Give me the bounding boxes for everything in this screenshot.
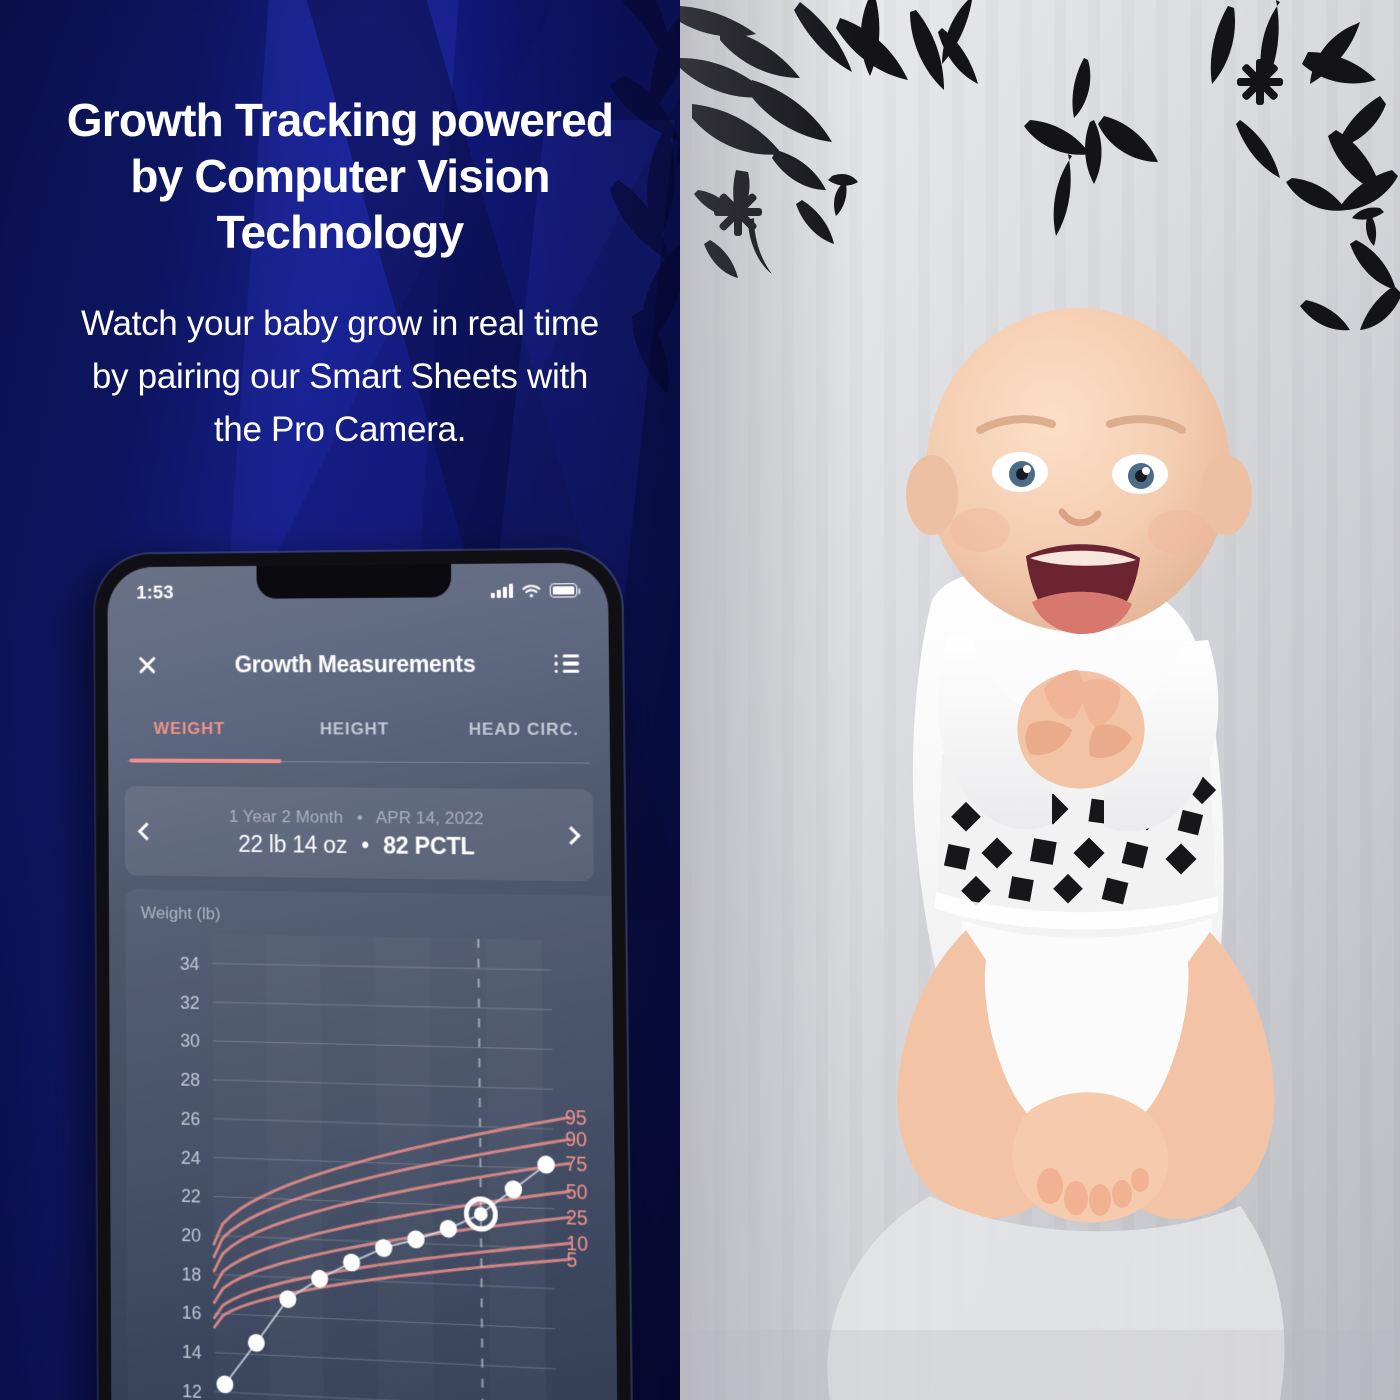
y-tick-label: 16 bbox=[182, 1302, 202, 1324]
previous-measurement-button[interactable] bbox=[125, 821, 168, 841]
chevron-left-icon bbox=[137, 821, 156, 841]
percentile-curve-label: 50 bbox=[566, 1181, 588, 1204]
measurement-date: APR 14, 2022 bbox=[375, 807, 484, 828]
close-icon bbox=[137, 654, 158, 676]
growth-chart-card: Weight (lb) 3432302826242220181614121095… bbox=[125, 889, 619, 1400]
tab-height[interactable]: HEIGHT bbox=[271, 713, 439, 762]
page-title: Growth Tracking powered by Computer Visi… bbox=[66, 94, 614, 259]
app-nav-bar: Growth Measurements bbox=[108, 636, 610, 691]
value-separator: • bbox=[361, 831, 370, 858]
marketing-panel: Growth Tracking powered by Computer Visi… bbox=[0, 0, 680, 1400]
y-tick-label: 18 bbox=[181, 1263, 201, 1284]
phone-notch bbox=[256, 564, 452, 599]
phone-screen: 1:53 Growth Measurements WEIGHT HEIGHT H… bbox=[107, 562, 619, 1400]
chevron-right-icon bbox=[561, 825, 581, 845]
y-tick-label: 28 bbox=[180, 1069, 200, 1090]
list-icon bbox=[554, 654, 580, 673]
baby-photograph bbox=[680, 0, 1400, 1400]
list-view-button[interactable] bbox=[551, 648, 582, 679]
cellular-bars-icon bbox=[490, 583, 514, 599]
percentile-curve-label: 95 bbox=[565, 1108, 587, 1131]
measurement-meta: 1 Year 2 Month • APR 14, 2022 bbox=[167, 806, 548, 829]
wifi-icon bbox=[521, 583, 542, 597]
active-tab-indicator bbox=[129, 758, 282, 764]
battery-full-icon bbox=[549, 583, 578, 598]
next-measurement-button[interactable] bbox=[548, 825, 593, 845]
phone-frame: 1:53 Growth Measurements WEIGHT HEIGHT H… bbox=[94, 549, 632, 1400]
close-button[interactable] bbox=[133, 650, 162, 680]
y-tick-label: 22 bbox=[181, 1186, 201, 1207]
baby-age: 1 Year 2 Month bbox=[228, 806, 344, 827]
weight-value: 22 lb 14 oz bbox=[238, 830, 348, 858]
percentile-curve-label: 25 bbox=[566, 1207, 588, 1230]
phone-mockup: 1:53 Growth Measurements WEIGHT HEIGHT H… bbox=[94, 549, 632, 1400]
y-tick-label: 26 bbox=[181, 1108, 201, 1129]
page-subtitle: Watch your baby grow in real time by pai… bbox=[81, 304, 599, 450]
y-tick-label: 24 bbox=[181, 1147, 201, 1168]
meta-separator: • bbox=[356, 807, 363, 827]
measurement-tabs: WEIGHT HEIGHT HEAD CIRC. bbox=[108, 713, 610, 763]
tab-head-circ[interactable]: HEAD CIRC. bbox=[438, 713, 610, 762]
tab-weight[interactable]: WEIGHT bbox=[108, 713, 271, 761]
y-tick-label: 30 bbox=[180, 1031, 200, 1052]
measurement-selector-card: 1 Year 2 Month • APR 14, 2022 22 lb 14 o… bbox=[124, 786, 594, 882]
screen-title: Growth Measurements bbox=[234, 650, 476, 677]
percentile-curve-label: 5 bbox=[566, 1249, 577, 1272]
percentile-curve-label: 75 bbox=[565, 1153, 587, 1176]
percentile-curve-label: 90 bbox=[565, 1129, 587, 1152]
measurement-values: 22 lb 14 oz • 82 PCTL bbox=[167, 830, 548, 861]
y-tick-label: 32 bbox=[180, 992, 200, 1013]
y-tick-label: 14 bbox=[182, 1341, 202, 1363]
product-photo-panel bbox=[680, 0, 1400, 1400]
promo-graphic: Growth Tracking powered by Computer Visi… bbox=[0, 0, 1400, 1400]
percentile-badge: 82 PCTL bbox=[383, 831, 475, 859]
y-tick-label: 34 bbox=[180, 953, 200, 974]
y-tick-label: 12 bbox=[182, 1380, 202, 1400]
status-indicators bbox=[490, 583, 578, 599]
measurement-summary: 1 Year 2 Month • APR 14, 2022 22 lb 14 o… bbox=[167, 806, 548, 861]
growth-chart-plot[interactable]: 343230282624222018161412109590755025105 bbox=[125, 933, 618, 1400]
status-time: 1:53 bbox=[136, 582, 174, 604]
y-tick-label: 20 bbox=[181, 1224, 201, 1245]
chart-y-axis-title: Weight (lb) bbox=[140, 903, 221, 924]
